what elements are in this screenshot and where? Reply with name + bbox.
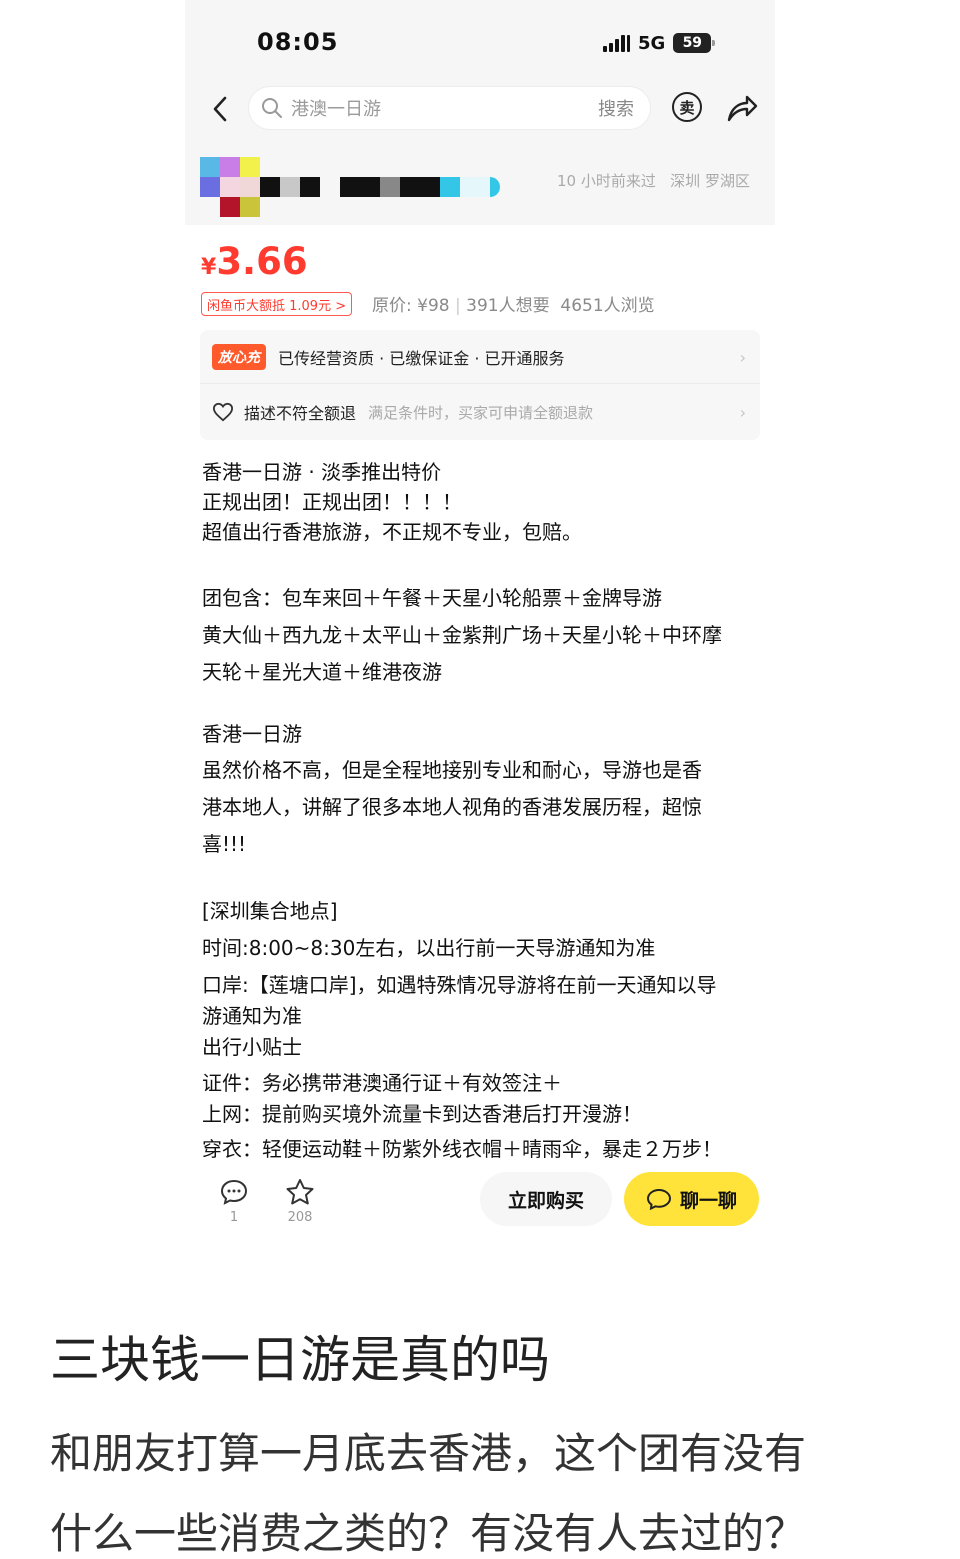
desc-line: 上网：提前购买境外流量卡到达香港后打开漫游！ [202,1102,642,1126]
desc-line: 游通知为准 [202,1004,302,1028]
guarantee-tag: 放心充 [212,343,266,370]
price-symbol: ¥ [201,255,217,280]
question-body-line: 和朋友打算一月底去香港，这个团有没有 [50,1429,807,1478]
price: ¥3.66 [201,240,308,283]
desc-line: 口岸:【莲塘口岸]，如遇特殊情况导游将在前一天通知以导 [202,973,717,997]
desc-line: 虽然价格不高，但是全程地接别专业和耐心，导游也是香 [202,758,702,782]
desc-line: 天轮＋星光大道＋维港夜游 [202,660,442,684]
buy-now-button[interactable]: 立即购买 [480,1172,612,1226]
comment-button[interactable] [217,1178,251,1210]
search-placeholder: 港澳一日游 [291,99,381,120]
desc-line: 正规出团！正规出团！！！！ [202,490,462,514]
seller-avatar[interactable] [200,157,260,217]
item-stats: 原价: ¥98 | 391人想要 4651人浏览 [372,296,655,316]
chevron-right-icon: › [739,348,746,367]
seller-location: 深圳 罗湖区 [670,172,750,190]
search-button[interactable]: 搜索 [598,95,634,121]
wants-count: 391人想要 [466,296,550,316]
sell-icon[interactable]: 卖 [672,92,702,122]
coin-discount-badge[interactable]: 闲鱼币大额抵 1.09元 > [201,292,353,316]
desc-line: 香港一日游 · 淡季推出特价 [202,460,442,484]
app-screenshot: 08:05 5G 59 港澳一日游 搜索 卖 10 小时前来过 深圳 罗湖区 ¥… [185,0,775,1240]
favorite-count: 208 [287,1210,313,1225]
chevron-right-icon: › [739,403,746,422]
chevron-left-icon [213,96,227,122]
desc-line: 团包含：包车来回＋午餐＋天星小轮船票＋金牌导游 [202,586,662,610]
desc-line: 喜!!! [202,832,247,856]
back-button[interactable] [207,94,233,124]
battery-icon: 59 [673,33,716,53]
desc-line: 超值出行香港旅游，不正规不专业，包赔。 [202,520,582,544]
desc-line: 出行小贴士 [202,1035,302,1059]
seller-last-seen: 10 小时前来过 [557,172,656,190]
guarantee-row-service[interactable]: 放心充 已传经营资质 · 已缴保证金 · 已开通服务 › [200,330,760,384]
signal-icon [603,34,630,52]
seller-meta: 10 小时前来过 深圳 罗湖区 [557,170,750,191]
question-body-line: 什么一些消费之类的？有没有人去过的？ [50,1509,807,1558]
network-type: 5G [638,32,666,54]
bottom-action-bar: 1 208 立即购买 聊一聊 [185,1162,775,1240]
search-icon [262,98,282,118]
refund-subtitle: 满足条件时，买家可申请全额退款 [368,403,594,422]
desc-line: 香港一日游 [202,722,302,746]
guarantee-row-refund[interactable]: 描述不符全额退 满足条件时，买家可申请全额退款 › [200,385,760,439]
price-amount: 3.66 [216,240,308,283]
guarantee-panel: 放心充 已传经营资质 · 已缴保证金 · 已开通服务 › 描述不符全额退 满足条… [200,330,760,440]
status-time: 08:05 [257,28,339,56]
views-count: 4651人浏览 [560,296,655,316]
chat-label: 聊一聊 [679,1189,737,1212]
desc-line: 时间:8:00~8:30左右，以出行前一天导游通知为准 [202,936,656,960]
refund-title: 描述不符全额退 [244,404,357,423]
heart-icon [212,402,234,422]
desc-line: 证件：务必携带港澳通行证＋有效签注＋ [202,1071,562,1095]
share-icon[interactable] [725,92,759,124]
status-indicators: 5G 59 [603,30,716,56]
desc-line: [深圳集合地点] [202,899,338,923]
original-price: 原价: ¥98 [372,296,450,316]
comment-count: 1 [229,1210,239,1225]
desc-line: 港本地人，讲解了很多本地人视角的香港发展历程，超惊 [202,795,702,819]
chat-icon [646,1188,671,1210]
guarantee-service-text: 已传经营资质 · 已缴保证金 · 已开通服务 [278,348,565,368]
question-title: 三块钱一日游是真的吗 [50,1331,550,1389]
star-icon [286,1179,314,1205]
comment-icon [220,1179,248,1205]
chat-button[interactable]: 聊一聊 [624,1172,759,1226]
desc-line: 黄大仙＋西九龙＋太平山＋金紫荆广场＋天星小轮＋中环摩 [202,623,722,647]
desc-line: 穿衣：轻便运动鞋＋防紫外线衣帽＋晴雨伞，暴走２万步！ [202,1137,722,1161]
favorite-button[interactable] [283,1178,317,1210]
seller-name-pixelated[interactable] [260,177,520,197]
search-bar[interactable]: 港澳一日游 搜索 [248,86,651,130]
